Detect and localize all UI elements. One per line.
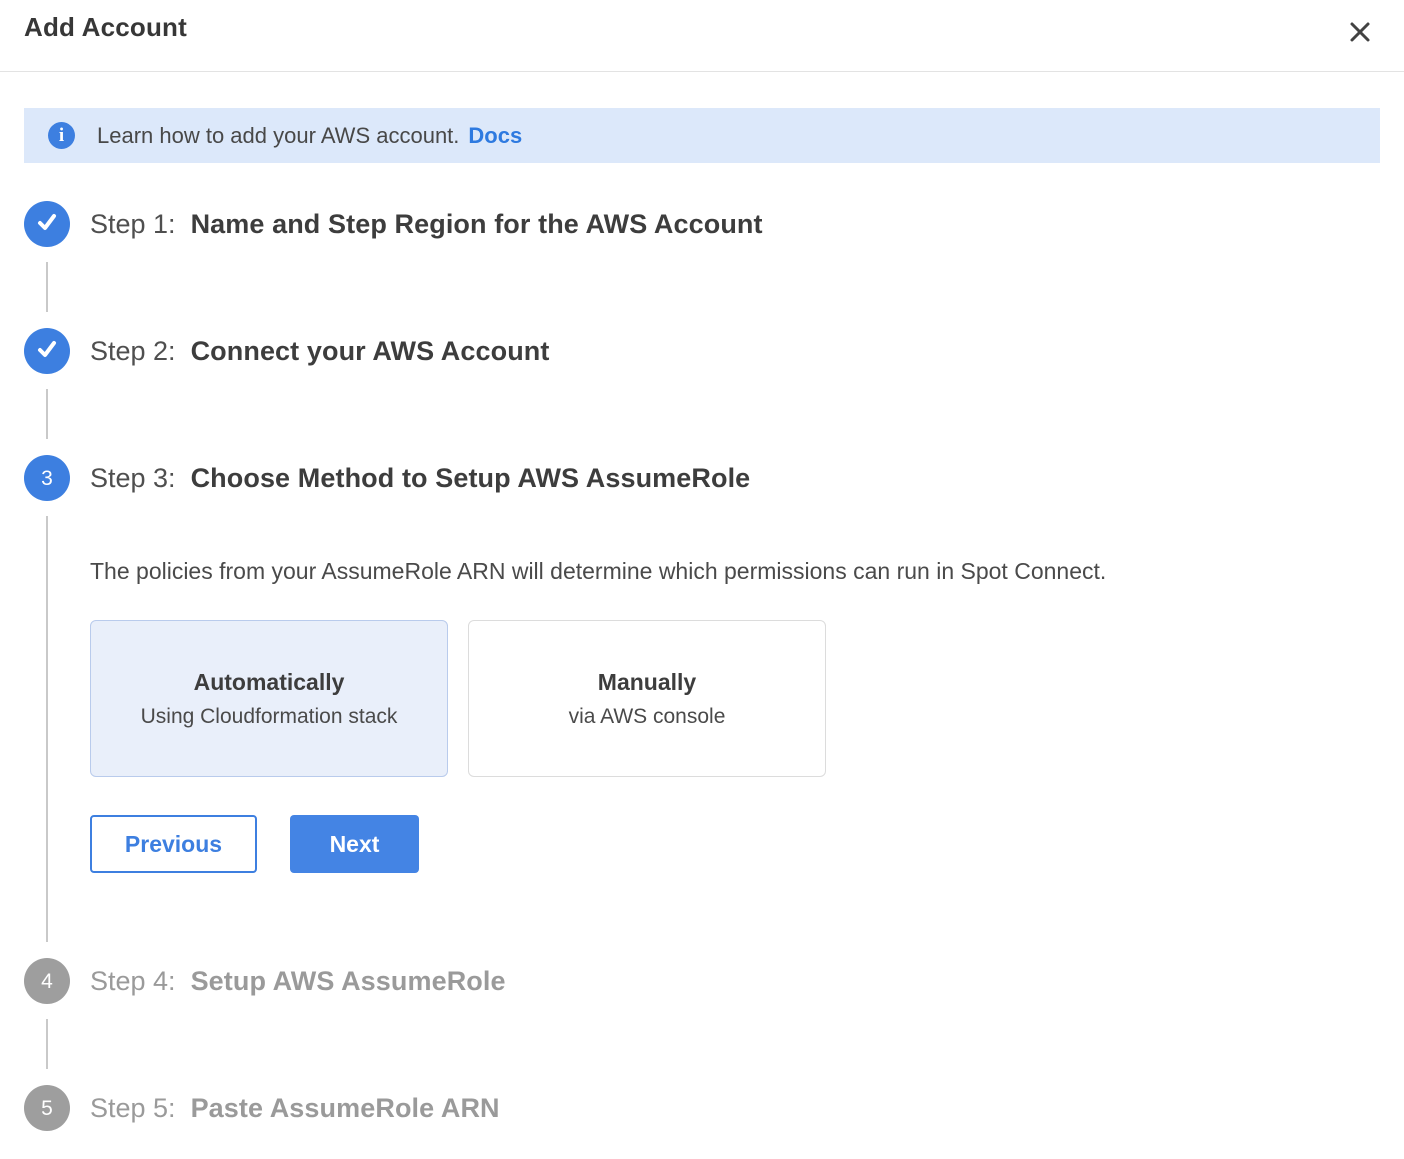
step-5-body: Step 5: Paste AssumeRole ARN [70,1085,1380,1131]
step-4-body: Step 4: Setup AWS AssumeRole [70,958,1380,1085]
step-3: 3 Step 3: Choose Method to Setup AWS Ass… [24,455,1380,958]
option-manually[interactable]: Manually via AWS console [468,620,826,777]
step-2-label: Step 2: [90,336,176,367]
step-1-status-circle [24,201,70,247]
modal-header: Add Account [0,0,1404,72]
option-automatically-title: Automatically [194,669,345,696]
step-2-status-circle [24,328,70,374]
step-5-label: Step 5: [90,1093,176,1124]
step-4-name: Setup AWS AssumeRole [191,966,506,997]
close-button[interactable] [1342,14,1378,50]
previous-button[interactable]: Previous [90,815,257,873]
step-2-body: Step 2: Connect your AWS Account [70,328,1380,455]
close-icon [1346,34,1374,49]
step-1-name: Name and Step Region for the AWS Account [191,209,763,240]
modal-content: i Learn how to add your AWS account. Doc… [0,72,1404,1131]
step-5-name: Paste AssumeRole ARN [191,1093,500,1124]
step-5-rail: 5 [24,1085,70,1131]
info-banner-text: Learn how to add your AWS account. [97,123,459,149]
step-2: Step 2: Connect your AWS Account [24,328,1380,455]
step-connector-line [46,389,48,439]
step-3-status-circle: 3 [24,455,70,501]
checkmark-icon [34,336,60,367]
step-1-body: Step 1: Name and Step Region for the AWS… [70,201,1380,328]
info-icon: i [48,122,75,149]
next-button[interactable]: Next [290,815,419,873]
step-connector-line [46,1019,48,1069]
step-4-title: Step 4: Setup AWS AssumeRole [90,958,1380,1004]
step-5-status-circle: 5 [24,1085,70,1131]
step-1: Step 1: Name and Step Region for the AWS… [24,201,1380,328]
step-3-description: The policies from your AssumeRole ARN wi… [90,557,1380,585]
info-banner: i Learn how to add your AWS account. Doc… [24,108,1380,163]
step-4-label: Step 4: [90,966,176,997]
step-1-rail [24,201,70,328]
method-options: Automatically Using Cloudformation stack… [90,620,1380,777]
step-5-title: Step 5: Paste AssumeRole ARN [90,1085,1380,1131]
step-3-title: Step 3: Choose Method to Setup AWS Assum… [90,455,1380,501]
step-3-name: Choose Method to Setup AWS AssumeRole [191,463,751,494]
step-4-number: 4 [41,971,53,992]
step-2-rail [24,328,70,455]
option-automatically[interactable]: Automatically Using Cloudformation stack [90,620,448,777]
option-manually-title: Manually [598,669,696,696]
docs-link[interactable]: Docs [468,123,522,149]
step-3-body: Step 3: Choose Method to Setup AWS Assum… [70,455,1380,958]
step-3-rail: 3 [24,455,70,958]
step-2-title: Step 2: Connect your AWS Account [90,328,1380,374]
step-4: 4 Step 4: Setup AWS AssumeRole [24,958,1380,1085]
step-5: 5 Step 5: Paste AssumeRole ARN [24,1085,1380,1131]
option-automatically-subtitle: Using Cloudformation stack [141,705,398,729]
step-3-number: 3 [41,468,53,489]
modal-title: Add Account [24,12,187,43]
step-5-number: 5 [41,1098,53,1119]
step-4-rail: 4 [24,958,70,1085]
step-connector-line [46,516,48,942]
step-3-actions: Previous Next [90,815,1380,958]
step-3-label: Step 3: [90,463,176,494]
step-4-status-circle: 4 [24,958,70,1004]
step-connector-line [46,262,48,312]
step-1-label: Step 1: [90,209,176,240]
option-manually-subtitle: via AWS console [569,705,726,729]
step-1-title: Step 1: Name and Step Region for the AWS… [90,201,1380,247]
checkmark-icon [34,209,60,240]
step-2-name: Connect your AWS Account [191,336,550,367]
